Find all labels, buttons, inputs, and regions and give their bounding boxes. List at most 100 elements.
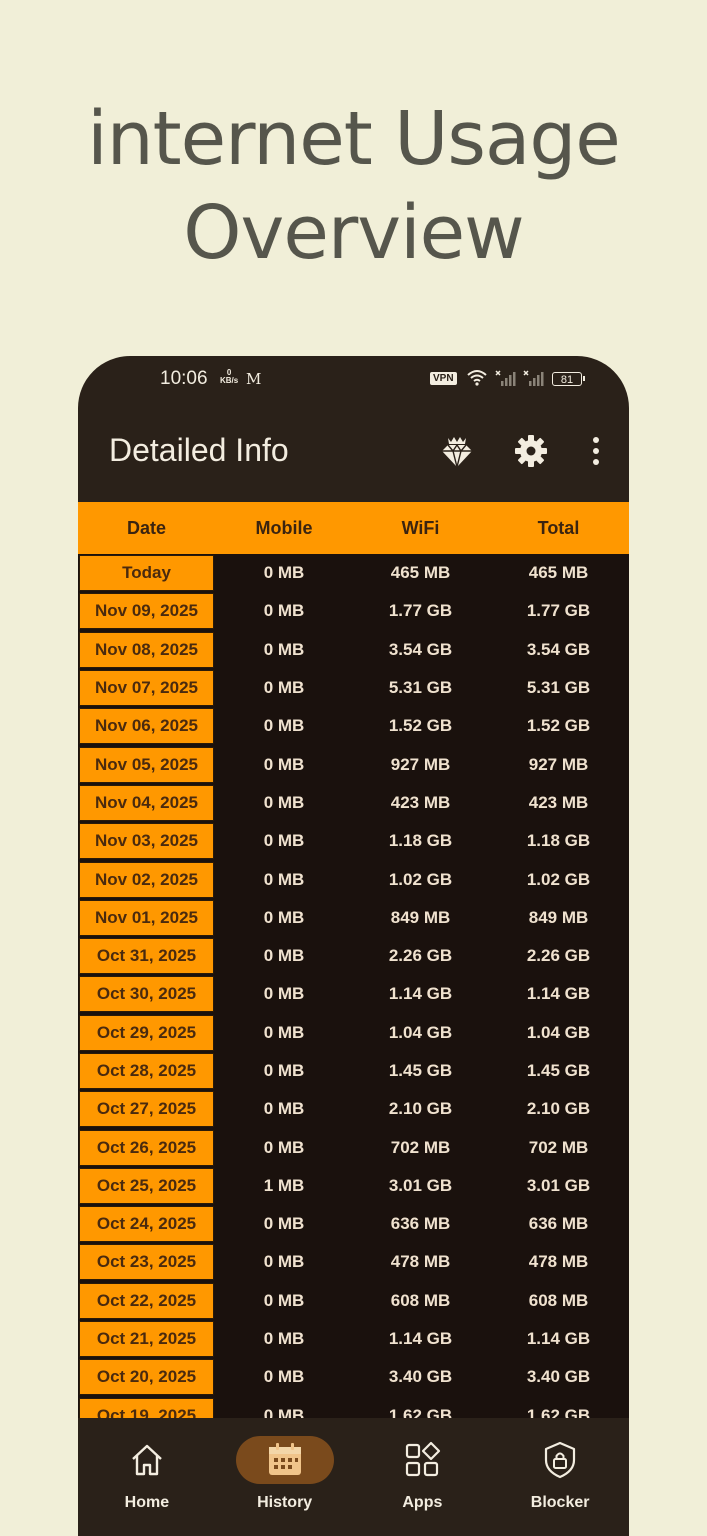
nav-item-apps[interactable]: Apps: [354, 1418, 492, 1536]
wifi-cell: 1.04 GB: [388, 1022, 453, 1042]
total-cell: 2.10 GB: [526, 1099, 591, 1119]
wifi-cell: 849 MB: [390, 907, 451, 927]
total-cell: 3.01 GB: [526, 1175, 591, 1195]
mobile-cell: 0 MB: [263, 1099, 305, 1119]
wifi-cell: 702 MB: [390, 1137, 451, 1157]
table-row[interactable]: Oct 28, 2025 0 MB 1.45 GB 1.45 GB: [78, 1052, 629, 1090]
signal-icon: [523, 370, 544, 386]
date-cell: Oct 19, 2025: [79, 1397, 214, 1418]
mobile-cell: 0 MB: [263, 1329, 305, 1349]
total-cell: 3.54 GB: [526, 639, 591, 659]
column-header-wifi[interactable]: WiFi: [353, 518, 488, 539]
table-row[interactable]: Oct 30, 2025 0 MB 1.14 GB 1.14 GB: [78, 975, 629, 1013]
table-row[interactable]: Today 0 MB 465 MB 465 MB: [78, 554, 629, 592]
mobile-cell: 0 MB: [263, 946, 305, 966]
table-row[interactable]: Oct 23, 2025 0 MB 478 MB 478 MB: [78, 1243, 629, 1281]
table-row[interactable]: Nov 09, 2025 0 MB 1.77 GB 1.77 GB: [78, 592, 629, 630]
headline-line-2: Overview: [183, 190, 524, 276]
wifi-cell: 423 MB: [390, 792, 451, 812]
date-cell: Oct 20, 2025: [79, 1359, 214, 1396]
nav-item-home[interactable]: Home: [78, 1418, 216, 1536]
calendar-icon: [268, 1443, 301, 1475]
table-row[interactable]: Nov 03, 2025 0 MB 1.18 GB 1.18 GB: [78, 822, 629, 860]
wifi-cell: 3.40 GB: [388, 1367, 453, 1387]
column-header-total[interactable]: Total: [488, 518, 629, 539]
mobile-cell: 0 MB: [263, 984, 305, 1004]
total-cell: 423 MB: [528, 792, 589, 812]
total-cell: 1.52 GB: [526, 716, 591, 736]
mobile-cell: 0 MB: [263, 754, 305, 774]
column-header-date[interactable]: Date: [78, 518, 215, 539]
nav-label: Apps: [402, 1494, 443, 1511]
vpn-badge: VPN: [430, 372, 457, 385]
network-speed: 0 KB/s: [220, 369, 238, 385]
nav-label: Blocker: [530, 1494, 590, 1511]
date-cell: Oct 28, 2025: [79, 1053, 214, 1089]
mobile-cell: 0 MB: [263, 1290, 305, 1310]
usage-table-body[interactable]: Today 0 MB 465 MB 465 MB Nov 09, 2025 0 MB 1.7…: [78, 554, 629, 1418]
table-row[interactable]: Oct 31, 2025 0 MB 2.26 GB 2.26 GB: [78, 937, 629, 975]
date-cell: Nov 08, 2025: [79, 631, 214, 668]
date-cell: Oct 23, 2025: [79, 1244, 214, 1281]
total-cell: 1.04 GB: [526, 1022, 591, 1042]
wifi-cell: 1.18 GB: [388, 831, 453, 851]
more-vertical-icon[interactable]: [586, 434, 606, 468]
nav-item-blocker[interactable]: Blocker: [491, 1418, 629, 1536]
wifi-cell: 2.10 GB: [388, 1099, 453, 1119]
mobile-cell: 0 MB: [263, 1061, 305, 1080]
total-cell: 849 MB: [528, 907, 589, 927]
mobile-cell: 0 MB: [263, 1367, 305, 1387]
table-row[interactable]: Oct 21, 2025 0 MB 1.14 GB 1.14 GB: [78, 1320, 629, 1358]
nav-label: History: [257, 1494, 313, 1511]
total-cell: 2.26 GB: [526, 946, 591, 966]
nav-label: Home: [124, 1494, 170, 1511]
table-row[interactable]: Nov 02, 2025 0 MB 1.02 GB 1.02 GB: [78, 860, 629, 898]
date-cell: Nov 05, 2025: [79, 746, 214, 783]
wifi-cell: 3.54 GB: [388, 639, 453, 659]
battery-icon: 81: [552, 372, 585, 386]
table-row[interactable]: Oct 22, 2025 0 MB 608 MB 608 MB: [78, 1282, 629, 1320]
mobile-cell: 0 MB: [263, 601, 305, 621]
table-row[interactable]: Oct 27, 2025 0 MB 2.10 GB 2.10 GB: [78, 1090, 629, 1128]
mobile-cell: 0 MB: [263, 716, 305, 736]
carrier-glyph: M: [246, 370, 262, 388]
headline: internet Usage Overview: [0, 92, 707, 280]
wifi-cell: 636 MB: [390, 1214, 451, 1234]
column-header-mobile[interactable]: Mobile: [215, 518, 353, 539]
table-row[interactable]: Oct 26, 2025 0 MB 702 MB 702 MB: [78, 1128, 629, 1166]
mobile-cell: 0 MB: [263, 1252, 305, 1272]
gear-icon[interactable]: [514, 434, 548, 468]
table-row[interactable]: Oct 24, 2025 0 MB 636 MB 636 MB: [78, 1205, 629, 1243]
table-row[interactable]: Oct 29, 2025 0 MB 1.04 GB 1.04 GB: [78, 1014, 629, 1052]
wifi-cell: 1.77 GB: [388, 601, 453, 621]
total-cell: 608 MB: [528, 1290, 589, 1310]
date-cell: Nov 09, 2025: [79, 593, 214, 630]
table-row[interactable]: Nov 01, 2025 0 MB 849 MB 849 MB: [78, 899, 629, 937]
total-cell: 927 MB: [528, 754, 589, 774]
table-row[interactable]: Nov 04, 2025 0 MB 423 MB 423 MB: [78, 784, 629, 822]
total-cell: 478 MB: [528, 1252, 589, 1272]
headline-line-1: internet Usage: [87, 96, 621, 182]
wifi-cell: 1.45 GB: [388, 1061, 453, 1080]
nav-item-history[interactable]: History: [216, 1418, 354, 1536]
total-cell: 636 MB: [528, 1214, 589, 1234]
mobile-cell: 0 MB: [263, 1137, 305, 1157]
table-row[interactable]: Oct 19, 2025 0 MB 1.62 GB 1.62 GB: [78, 1397, 629, 1418]
signal-icon: [495, 370, 516, 386]
date-cell: Oct 21, 2025: [79, 1321, 214, 1358]
wifi-cell: 927 MB: [390, 754, 451, 774]
gem-icon[interactable]: [438, 432, 476, 470]
wifi-cell: 2.26 GB: [388, 946, 453, 966]
mobile-cell: 0 MB: [263, 792, 305, 812]
table-row[interactable]: Nov 06, 2025 0 MB 1.52 GB 1.52 GB: [78, 707, 629, 745]
table-row[interactable]: Nov 07, 2025 0 MB 5.31 GB 5.31 GB: [78, 669, 629, 707]
table-row[interactable]: Oct 25, 2025 1 MB 3.01 GB 3.01 GB: [78, 1167, 629, 1205]
table-row[interactable]: Nov 05, 2025 0 MB 927 MB 927 MB: [78, 745, 629, 783]
status-time: 10:06: [160, 368, 208, 389]
date-cell: Oct 22, 2025: [79, 1282, 214, 1319]
wifi-cell: 465 MB: [390, 563, 451, 583]
table-row[interactable]: Oct 20, 2025 0 MB 3.40 GB 3.40 GB: [78, 1358, 629, 1396]
table-row[interactable]: Nov 08, 2025 0 MB 3.54 GB 3.54 GB: [78, 631, 629, 669]
total-cell: 1.62 GB: [526, 1405, 591, 1418]
wifi-cell: 3.01 GB: [388, 1175, 453, 1195]
